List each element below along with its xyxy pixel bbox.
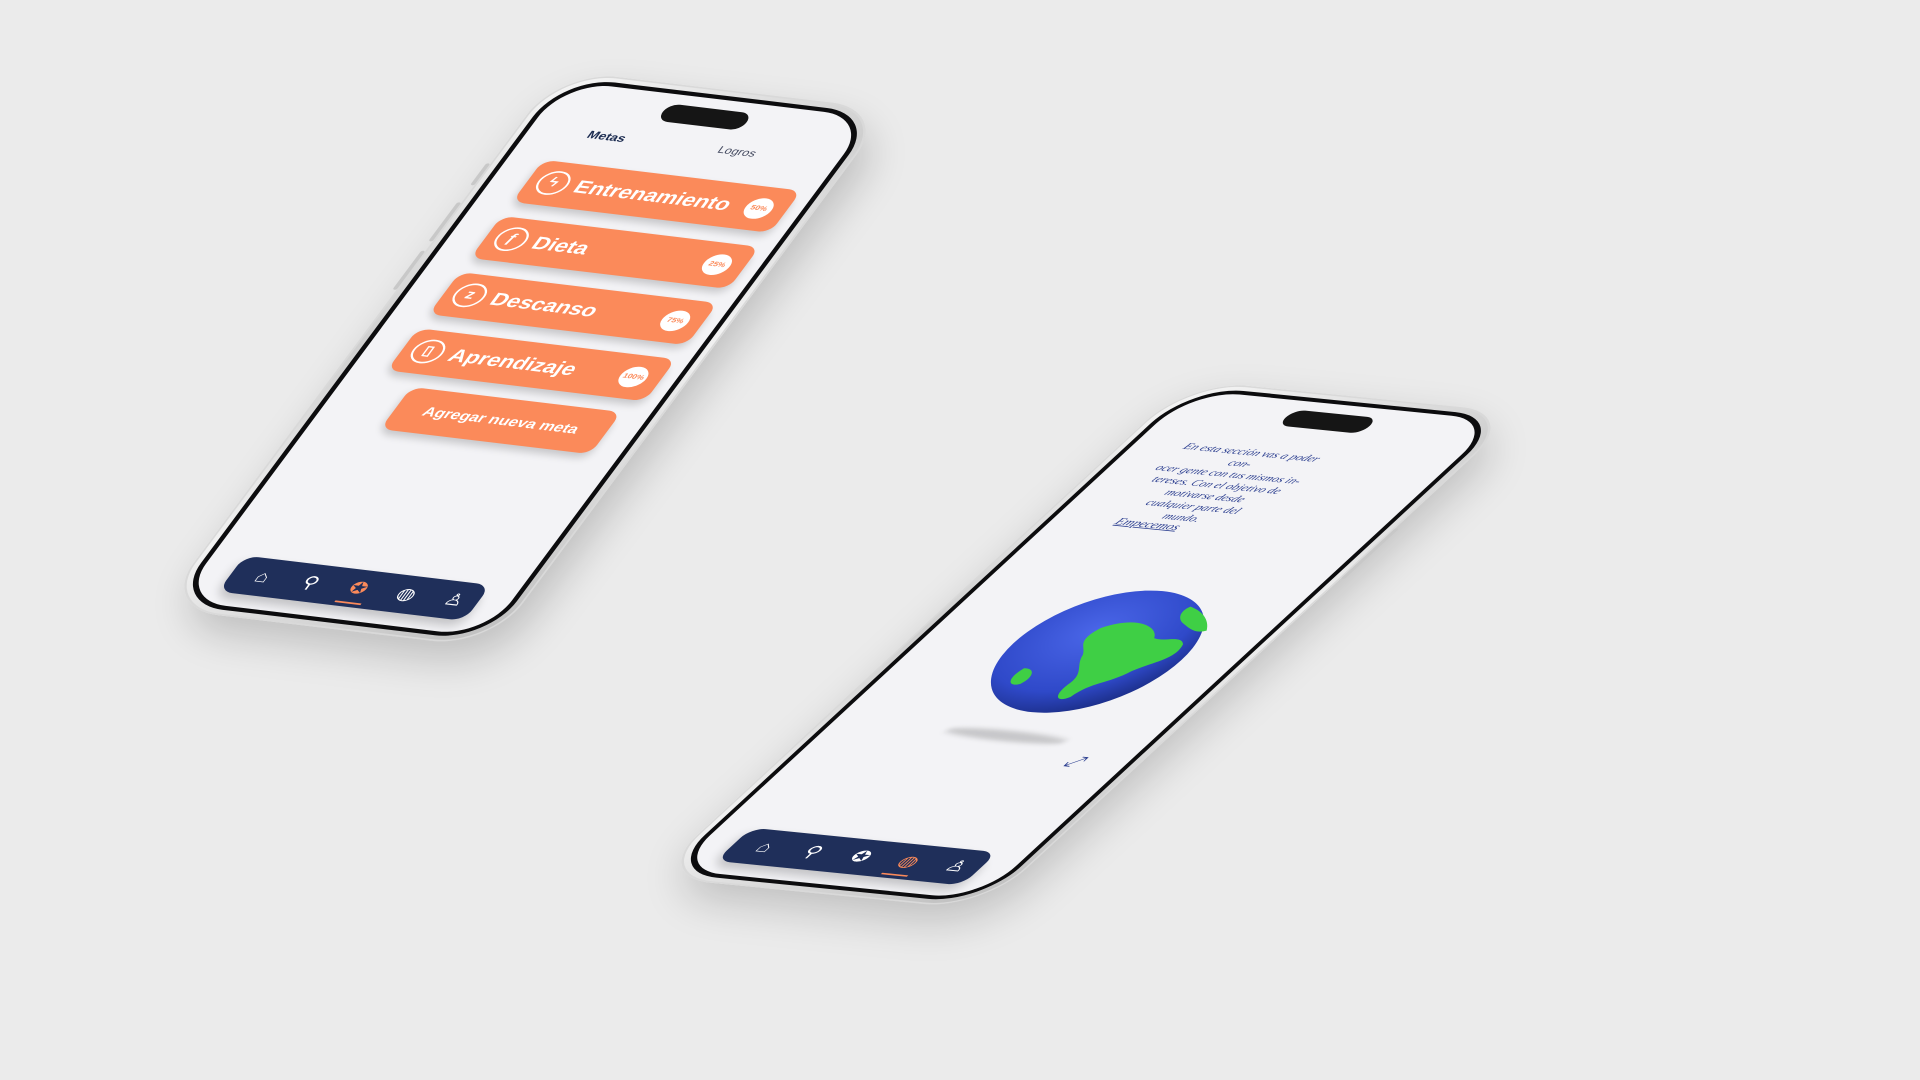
- goal-label: Entrenamiento: [568, 176, 738, 215]
- mockup-scene: Metas Logros ϟ Entrenamiento 50% ƒ Dieta…: [0, 0, 1920, 1080]
- expand-icon[interactable]: ⤢: [1058, 753, 1092, 771]
- bottom-nav: ⌂ ⚲ ✪ ◍ ♙: [218, 555, 491, 621]
- goal-percent-badge: 50%: [735, 195, 783, 223]
- goal-label: Dieta: [526, 232, 596, 259]
- goal-label: Aprendizaje: [443, 344, 583, 380]
- tab-logros[interactable]: Logros: [715, 144, 760, 159]
- profile-icon[interactable]: ♙: [930, 854, 983, 879]
- globe-icon: [990, 590, 1208, 713]
- search-icon[interactable]: ⚲: [786, 840, 839, 865]
- globe-icon[interactable]: ◍: [882, 849, 935, 874]
- tab-metas[interactable]: Metas: [584, 128, 630, 144]
- home-icon[interactable]: ⌂: [738, 835, 791, 860]
- search-icon[interactable]: ⚲: [287, 569, 334, 596]
- phone-community: En esta sección vas a poder con- ocer ge…: [651, 380, 1520, 910]
- phone-goals: Metas Logros ϟ Entrenamiento 50% ƒ Dieta…: [159, 70, 891, 648]
- goal-percent-badge: 100%: [609, 363, 658, 391]
- phone-bezel: En esta sección vas a poder con- ocer ge…: [664, 385, 1508, 905]
- goal-percent-badge: 75%: [651, 307, 699, 335]
- profile-icon[interactable]: ♙: [431, 587, 478, 614]
- bottom-nav: ⌂ ⚲ ✪ ◍ ♙: [715, 827, 998, 886]
- phone-bezel: Metas Logros ϟ Entrenamiento 50% ƒ Dieta…: [170, 76, 879, 642]
- goal-label: Descanso: [485, 288, 604, 321]
- home-icon[interactable]: ⌂: [239, 564, 286, 591]
- globe-shadow: [940, 724, 1072, 747]
- goal-percent-badge: 25%: [693, 251, 741, 279]
- goals-badge-icon[interactable]: ✪: [335, 575, 382, 602]
- dynamic-island: [656, 103, 754, 131]
- community-screen: En esta sección vas a poder con- ocer ge…: [673, 389, 1499, 900]
- globe-illustration[interactable]: [937, 578, 1257, 726]
- goals-badge-icon[interactable]: ✪: [834, 845, 887, 870]
- globe-icon[interactable]: ◍: [383, 581, 430, 608]
- dynamic-island: [1277, 409, 1379, 434]
- goals-screen: Metas Logros ϟ Entrenamiento 50% ƒ Dieta…: [178, 80, 872, 638]
- add-goal-button[interactable]: Agregar nueva meta: [380, 386, 622, 455]
